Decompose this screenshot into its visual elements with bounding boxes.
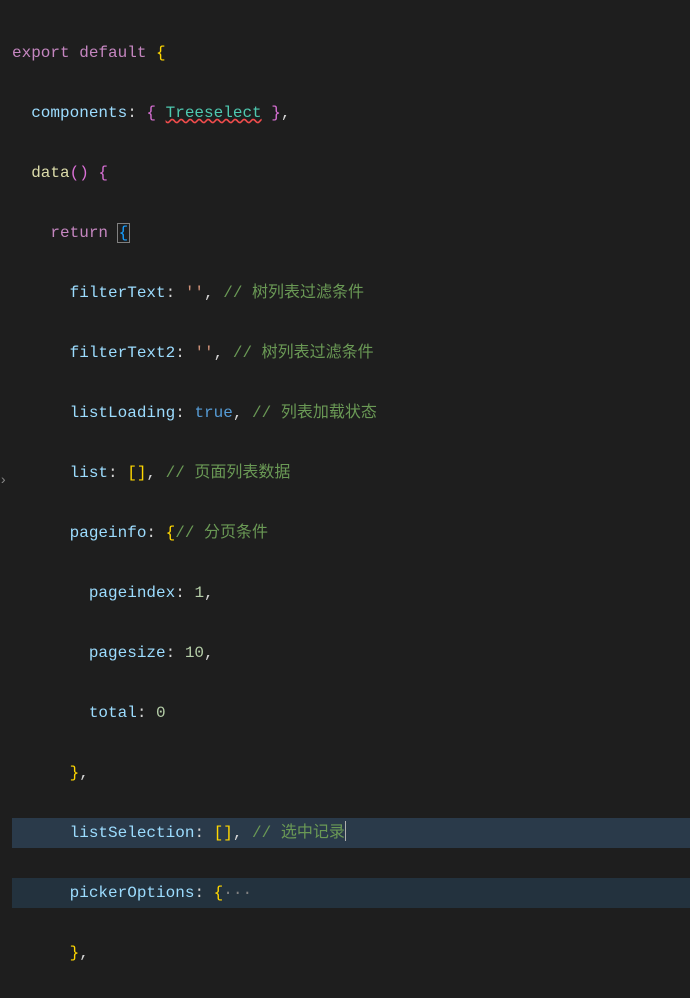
code-line[interactable]: pageinfo: {// 分页条件 xyxy=(12,518,690,548)
code-line[interactable]: return { xyxy=(12,218,690,248)
property: components xyxy=(31,104,127,122)
brace: } xyxy=(70,944,80,962)
keyword-default: default xyxy=(79,44,146,62)
property: filterText xyxy=(70,284,166,302)
brace: { xyxy=(146,104,165,122)
property: listLoading xyxy=(70,404,176,422)
property: pageindex xyxy=(89,584,175,602)
bracket: [] xyxy=(214,824,233,842)
comment: // 选中记录 xyxy=(252,824,345,842)
comment: // 分页条件 xyxy=(175,524,268,542)
brace-matched: { xyxy=(118,224,130,242)
code-line[interactable]: export default { xyxy=(12,38,690,68)
identifier-error[interactable]: Treeselect xyxy=(166,104,262,122)
brace: } xyxy=(262,104,281,122)
number: 1 xyxy=(194,584,204,602)
boolean: true xyxy=(194,404,232,422)
brace: { xyxy=(146,44,165,62)
property: pageinfo xyxy=(70,524,147,542)
code-line[interactable]: pageindex: 1, xyxy=(12,578,690,608)
number: 0 xyxy=(156,704,166,722)
code-line[interactable]: filterText: '', // 树列表过滤条件 xyxy=(12,278,690,308)
comment: // 列表加载状态 xyxy=(252,404,377,422)
property: listSelection xyxy=(70,824,195,842)
code-line-active[interactable]: listSelection: [], // 选中记录 xyxy=(12,818,690,848)
fold-ellipsis-icon[interactable]: ··· xyxy=(223,884,252,902)
property: list xyxy=(70,464,108,482)
number: 10 xyxy=(185,644,204,662)
property: total xyxy=(89,704,137,722)
comment: // 页面列表数据 xyxy=(166,464,291,482)
code-line[interactable]: pagesize: 10, xyxy=(12,638,690,668)
function-name: data xyxy=(31,164,69,182)
code-line[interactable]: listLoading: true, // 列表加载状态 xyxy=(12,398,690,428)
bracket: [] xyxy=(127,464,146,482)
string: '' xyxy=(194,344,213,362)
code-line[interactable]: pickerOptions: {··· xyxy=(12,878,690,908)
keyword-export: export xyxy=(12,44,70,62)
brace: { xyxy=(214,884,224,902)
code-line[interactable]: filterText2: '', // 树列表过滤条件 xyxy=(12,338,690,368)
comment: // 树列表过滤条件 xyxy=(223,284,364,302)
paren: () xyxy=(70,164,89,182)
brace: { xyxy=(89,164,108,182)
brace: { xyxy=(166,524,176,542)
comment: // 树列表过滤条件 xyxy=(233,344,374,362)
property: filterText2 xyxy=(70,344,176,362)
code-line[interactable]: list: [], // 页面列表数据 xyxy=(12,458,690,488)
keyword-return: return xyxy=(50,224,108,242)
code-line[interactable]: }, xyxy=(12,758,690,788)
property: pagesize xyxy=(89,644,166,662)
code-editor[interactable]: export default { components: { Treeselec… xyxy=(0,0,690,998)
chevron-right-icon[interactable]: › xyxy=(0,466,7,496)
string: '' xyxy=(185,284,204,302)
code-line[interactable]: components: { Treeselect }, xyxy=(12,98,690,128)
code-line[interactable]: data() { xyxy=(12,158,690,188)
property: pickerOptions xyxy=(70,884,195,902)
brace: } xyxy=(70,764,80,782)
text-cursor xyxy=(345,821,346,841)
code-line[interactable]: }, xyxy=(12,938,690,968)
code-line[interactable]: total: 0 xyxy=(12,698,690,728)
